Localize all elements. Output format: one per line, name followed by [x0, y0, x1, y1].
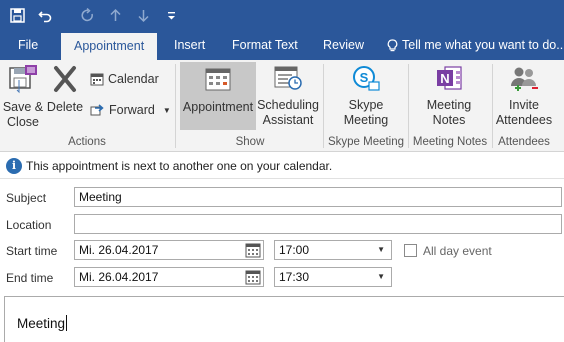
start-time-value: 17:00 — [279, 243, 310, 257]
scheduling-label-1: Scheduling — [257, 98, 319, 112]
save-close-label-1: Save & — [2, 100, 44, 114]
meeting-notes-label-1: Meeting — [426, 98, 472, 112]
group-label-meeting-notes: Meeting Notes — [412, 136, 488, 148]
tab-format-text[interactable]: Format Text — [232, 30, 298, 60]
calendar-icon — [90, 73, 104, 86]
ribbon: Save & Close Delete Calendar Forward ▼ A… — [0, 60, 564, 152]
delete-button[interactable]: Delete — [45, 64, 85, 120]
scheduling-label-2: Assistant — [262, 113, 314, 127]
group-divider — [408, 64, 409, 148]
invite-attendees-icon — [511, 67, 538, 91]
group-divider — [492, 64, 493, 148]
body-text: Meeting — [17, 315, 68, 331]
location-input[interactable] — [74, 214, 562, 234]
end-time-value: 17:30 — [279, 270, 310, 284]
all-day-checkbox[interactable] — [404, 244, 417, 257]
all-day-label: All day event — [423, 244, 492, 258]
calendar-label: Calendar — [108, 72, 159, 86]
up-icon[interactable] — [104, 4, 126, 26]
group-label-attendees: Attendees — [498, 136, 550, 148]
save-close-label-2: Close — [7, 115, 39, 129]
calendar-icon[interactable] — [245, 269, 261, 285]
start-time-label: Start time — [6, 244, 58, 258]
tab-insert[interactable]: Insert — [174, 30, 205, 60]
lightbulb-icon — [387, 39, 398, 51]
tab-review[interactable]: Review — [323, 30, 364, 60]
quick-access-toolbar — [0, 0, 564, 30]
redo-icon[interactable] — [76, 4, 98, 26]
end-time-dropdown[interactable]: 17:30 ▼ — [274, 267, 392, 287]
info-message: This appointment is next to another one … — [26, 158, 333, 173]
save-icon[interactable] — [6, 4, 28, 26]
location-label: Location — [6, 218, 52, 232]
end-time-label: End time — [6, 271, 54, 285]
meeting-notes-label-2: Notes — [432, 113, 466, 127]
chevron-down-icon: ▼ — [377, 245, 385, 254]
meeting-notes-button[interactable]: N Meeting Notes — [412, 64, 486, 134]
skype-label-2: Meeting — [343, 113, 389, 127]
chevron-down-icon: ▼ — [377, 272, 385, 281]
group-label-skype: Skype Meeting — [327, 136, 405, 148]
ribbon-tabs: File Appointment Insert Format Text Revi… — [0, 30, 564, 60]
undo-icon[interactable] — [34, 4, 56, 26]
info-bar: i This appointment is next to another on… — [0, 153, 564, 179]
save-close-icon — [9, 65, 37, 94]
chevron-down-icon: ▼ — [162, 105, 171, 115]
body-editor[interactable]: Meeting — [4, 296, 564, 342]
skype-icon: S — [353, 66, 380, 91]
save-close-button[interactable]: Save & Close — [2, 64, 44, 134]
text-caret — [66, 315, 68, 331]
end-date-value: Mi. 26.04.2017 — [79, 270, 159, 284]
start-date-picker[interactable]: Mi. 26.04.2017 — [74, 240, 264, 260]
scheduling-assistant-button[interactable]: Scheduling Assistant — [257, 64, 319, 134]
end-date-picker[interactable]: Mi. 26.04.2017 — [74, 267, 264, 287]
invite-attendees-button[interactable]: Invite Attendees — [494, 64, 554, 134]
forward-label: Forward — [109, 103, 155, 117]
skype-label-1: Skype — [348, 98, 384, 112]
invite-label-1: Invite — [509, 98, 539, 112]
calendar-icon[interactable] — [245, 242, 261, 258]
appointment-view-label: Appointment — [182, 100, 254, 114]
tab-appointment[interactable]: Appointment — [61, 33, 158, 60]
subject-label: Subject — [6, 191, 47, 205]
group-label-show: Show — [235, 136, 265, 148]
tell-me-search[interactable]: Tell me what you want to do... — [387, 30, 564, 60]
onenote-icon: N — [437, 66, 462, 90]
group-divider — [175, 64, 176, 148]
delete-label: Delete — [46, 100, 84, 114]
tell-me-label: Tell me what you want to do... — [402, 38, 564, 52]
info-icon: i — [6, 157, 22, 174]
tab-file[interactable]: File — [18, 30, 38, 60]
svg-text:S: S — [360, 70, 369, 85]
group-label-actions: Actions — [68, 136, 106, 148]
scheduling-assistant-icon — [274, 66, 302, 90]
appointment-icon — [205, 68, 231, 91]
svg-text:N: N — [440, 71, 449, 86]
skype-meeting-button[interactable]: S Skype Meeting — [328, 64, 404, 134]
start-date-value: Mi. 26.04.2017 — [79, 243, 159, 257]
customize-icon[interactable] — [160, 4, 182, 26]
subject-input[interactable]: Meeting — [74, 187, 562, 207]
calendar-button[interactable]: Calendar — [90, 72, 159, 86]
forward-button[interactable]: Forward ▼ — [90, 103, 171, 117]
forward-icon — [90, 104, 104, 116]
down-icon[interactable] — [132, 4, 154, 26]
group-divider — [323, 64, 324, 148]
appointment-view-button[interactable]: Appointment — [180, 62, 256, 130]
delete-icon — [54, 66, 76, 92]
start-time-dropdown[interactable]: 17:00 ▼ — [274, 240, 392, 260]
invite-label-2: Attendees — [495, 113, 553, 127]
